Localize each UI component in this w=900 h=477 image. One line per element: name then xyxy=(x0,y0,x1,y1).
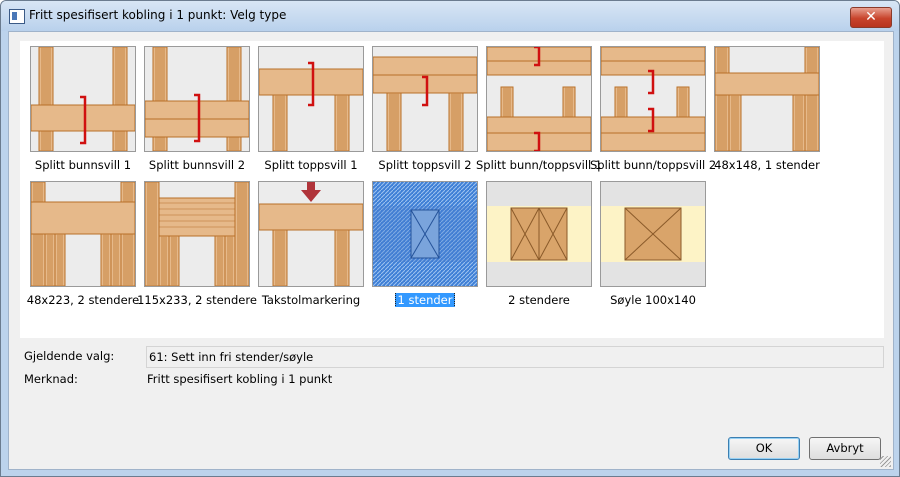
split-top-plate-2-icon xyxy=(372,46,478,152)
gallery-item-label: Splitt bunn/toppsvill 1 xyxy=(476,158,602,172)
gallery-item[interactable]: Splitt bunn/toppsvill 2 xyxy=(590,46,716,172)
truss-marker-icon xyxy=(258,181,364,287)
close-button[interactable]: ✕ xyxy=(850,7,892,28)
current-selection-label: Gjeldende valg: xyxy=(24,349,115,363)
window-title: Fritt spesifisert kobling i 1 punkt: Vel… xyxy=(29,8,287,22)
gallery-item[interactable]: Søyle 100x140 xyxy=(600,181,706,307)
gallery-item[interactable]: Takstolmarkering xyxy=(258,181,364,307)
type-gallery[interactable]: Splitt bunnsvill 1 Splitt bunnsvill 2 Spli… xyxy=(20,41,884,338)
resize-grip-icon[interactable] xyxy=(880,456,891,467)
gallery-item-label: Søyle 100x140 xyxy=(610,293,696,307)
gallery-item[interactable]: Splitt bunnsvill 2 xyxy=(144,46,250,172)
split-bottom-plate-1-icon xyxy=(30,46,136,152)
current-selection-field: 61: Sett inn fri stender/søyle xyxy=(146,346,884,368)
gallery-item-label: Splitt bunn/toppsvill 2 xyxy=(590,158,716,172)
gallery-item[interactable]: 2 stendere xyxy=(486,181,592,307)
split-bottom-plate-2-icon xyxy=(144,46,250,152)
split-bottom-top-plate-1-icon xyxy=(486,46,592,152)
gallery-item[interactable]: Splitt toppsvill 2 xyxy=(372,46,478,172)
gallery-item-label: Splitt bunnsvill 2 xyxy=(148,158,246,172)
gallery-item-label: 2 stendere xyxy=(508,293,570,307)
header-2-studs-icon xyxy=(30,181,136,287)
header-1-stud-icon xyxy=(714,46,820,152)
gallery-item-label: Takstolmarkering xyxy=(261,293,361,307)
split-bottom-top-plate-2-icon xyxy=(600,46,706,152)
column-icon xyxy=(600,181,706,287)
gallery-item-label: Splitt bunnsvill 1 xyxy=(34,158,132,172)
gallery-item[interactable]: Splitt toppsvill 1 xyxy=(258,46,364,172)
gallery-item-label: 1 stender xyxy=(362,293,488,307)
gallery-item[interactable]: 48x223, 2 stendere xyxy=(27,181,139,307)
note-label: Merknad: xyxy=(24,372,78,386)
gallery-item[interactable]: Splitt bunn/toppsvill 1 xyxy=(476,46,602,172)
dialog-body: Splitt bunnsvill 1 Splitt bunnsvill 2 Spli… xyxy=(8,31,894,470)
gallery-item-label: 115x233, 2 stendere xyxy=(137,293,257,307)
gallery-item[interactable]: 1 stender xyxy=(372,181,478,307)
cancel-button[interactable]: Avbryt xyxy=(809,437,881,460)
note-value: Fritt spesifisert kobling i 1 punkt xyxy=(147,372,333,386)
ok-button[interactable]: OK xyxy=(728,437,800,460)
app-icon xyxy=(9,9,25,24)
title-bar[interactable]: Fritt spesifisert kobling i 1 punkt: Vel… xyxy=(1,1,899,31)
dialog-window: Fritt spesifisert kobling i 1 punkt: Vel… xyxy=(0,0,900,477)
glulam-header-2-studs-icon xyxy=(144,181,250,287)
gallery-item[interactable]: Splitt bunnsvill 1 xyxy=(30,46,136,172)
split-top-plate-1-icon xyxy=(258,46,364,152)
gallery-item-label: 48x148, 1 stender xyxy=(714,158,820,172)
gallery-item[interactable]: 48x148, 1 stender xyxy=(714,46,820,172)
gallery-item[interactable]: 115x233, 2 stendere xyxy=(137,181,257,307)
gallery-item-label: Splitt toppsvill 2 xyxy=(378,158,472,172)
single-stud-icon xyxy=(372,181,478,287)
gallery-item-label: Splitt toppsvill 1 xyxy=(264,158,358,172)
double-stud-icon xyxy=(486,181,592,287)
gallery-item-label: 48x223, 2 stendere xyxy=(26,293,140,307)
